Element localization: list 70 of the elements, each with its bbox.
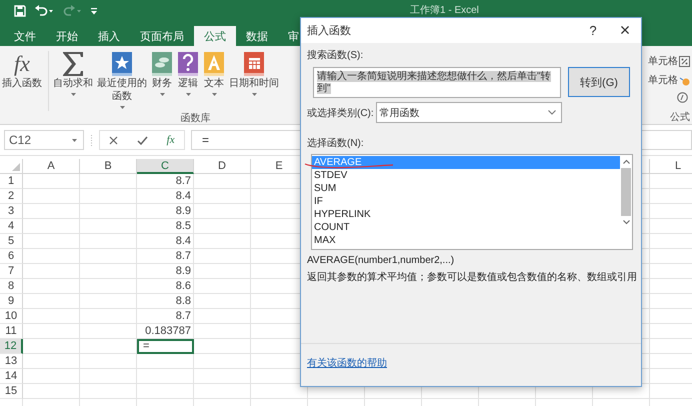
column-header[interactable]: D (194, 159, 251, 174)
help-link[interactable]: 有关该函数的帮助 (307, 356, 635, 370)
column-header[interactable]: A (23, 159, 80, 174)
function-icon: fx (14, 51, 30, 77)
ribbon-button[interactable]: 日期和时间 (227, 51, 281, 111)
group-label: 函数库 (180, 112, 210, 125)
table-cell-text: 8.5 (174, 219, 192, 234)
go-button[interactable]: 转到(G) (568, 67, 630, 97)
ribbon-button[interactable]: 自动求和 (51, 51, 95, 111)
active-cell[interactable]: = (137, 339, 194, 354)
table-cell-text: 8.9 (174, 204, 192, 219)
ribbon-tab[interactable]: 数据 (236, 26, 278, 46)
row-header[interactable]: 13 (0, 354, 23, 369)
insert-function-button[interactable]: fx (166, 134, 175, 146)
ribbon-tab[interactable]: 页面布局 (130, 26, 194, 46)
row-header[interactable]: 6 (0, 249, 23, 264)
row-header[interactable]: 7 (0, 264, 23, 279)
row-header[interactable]: 1 (0, 174, 23, 189)
ribbon-tab[interactable]: 插入 (88, 26, 130, 46)
row-header[interactable]: 12 (0, 339, 23, 354)
table-cell-text: 0.183787 (144, 324, 192, 339)
category-dropdown[interactable]: 常用函数 (376, 102, 562, 123)
function-item[interactable]: SUM (312, 182, 620, 195)
category-label: 或选择类别(C): (307, 106, 374, 120)
search-field[interactable]: 请输入一条简短说明来描述您想做什么，然后单击"转到" (313, 67, 561, 98)
row-header[interactable]: 2 (0, 189, 23, 204)
function-item[interactable]: IF (312, 195, 620, 208)
ribbon-button[interactable]: fx 插入函数 (0, 51, 49, 111)
dialog-title: 插入函数 (307, 24, 351, 38)
ribbon-tab[interactable]: 公式 (194, 26, 236, 46)
ribbon-button[interactable]: 文本 (201, 51, 227, 111)
row-header[interactable]: 11 (0, 324, 23, 339)
group-label: 公式 (670, 110, 690, 124)
table-cell-text: 8.7 (174, 309, 192, 324)
close-button[interactable]: × (609, 19, 641, 42)
column-header[interactable]: L (650, 159, 692, 174)
function-list-label: 选择函数(N): (307, 136, 365, 150)
table-cell-text: 8.7 (174, 249, 192, 264)
row-header[interactable]: 15 (0, 384, 23, 399)
row-header[interactable]: 10 (0, 309, 23, 324)
function-item[interactable]: STDEV (312, 169, 620, 182)
function-description: 返回其参数的算术平均值；参数可以是数值或包含数值的名称、数组或引用 (307, 270, 635, 284)
ribbon-button[interactable]: 财务 (149, 51, 175, 111)
row-header[interactable]: 9 (0, 294, 23, 309)
row-header[interactable]: 8 (0, 279, 23, 294)
ribbon-item[interactable]: 单元格 (648, 54, 690, 68)
ribbon-button[interactable]: 最近使用的 函数 (95, 51, 149, 111)
row-header[interactable]: 14 (0, 369, 23, 384)
row-header[interactable]: 4 (0, 219, 23, 234)
table-cell-text: 8.7 (174, 174, 192, 189)
function-item[interactable]: HYPERLINK (312, 208, 620, 221)
table-cell-text: 8.8 (174, 294, 192, 309)
column-header[interactable]: C (137, 159, 194, 174)
row-header[interactable]: 3 (0, 204, 23, 219)
ribbon-tab[interactable]: 文件 (4, 26, 46, 46)
table-cell-text: 8.4 (174, 189, 192, 204)
name-box[interactable]: C12 (4, 130, 84, 150)
function-item[interactable]: COUNT (312, 221, 620, 234)
ribbon-item[interactable]: 单元格 (648, 73, 690, 87)
window-title: 工作簿1 - Excel (410, 4, 479, 17)
ribbon-tab[interactable]: 开始 (46, 26, 88, 46)
table-cell-text: 8.9 (174, 264, 192, 279)
table-cell-text: 8.6 (174, 279, 192, 294)
help-button[interactable]: ? (577, 19, 609, 42)
table-cell-text: 8.4 (174, 234, 192, 249)
function-item[interactable]: MAX (312, 234, 620, 247)
function-syntax: AVERAGE(number1,number2,...) (307, 255, 456, 266)
search-label: 搜索函数(S): (307, 48, 364, 62)
ribbon-button[interactable]: 逻辑 (175, 51, 201, 111)
row-header[interactable]: 5 (0, 234, 23, 249)
